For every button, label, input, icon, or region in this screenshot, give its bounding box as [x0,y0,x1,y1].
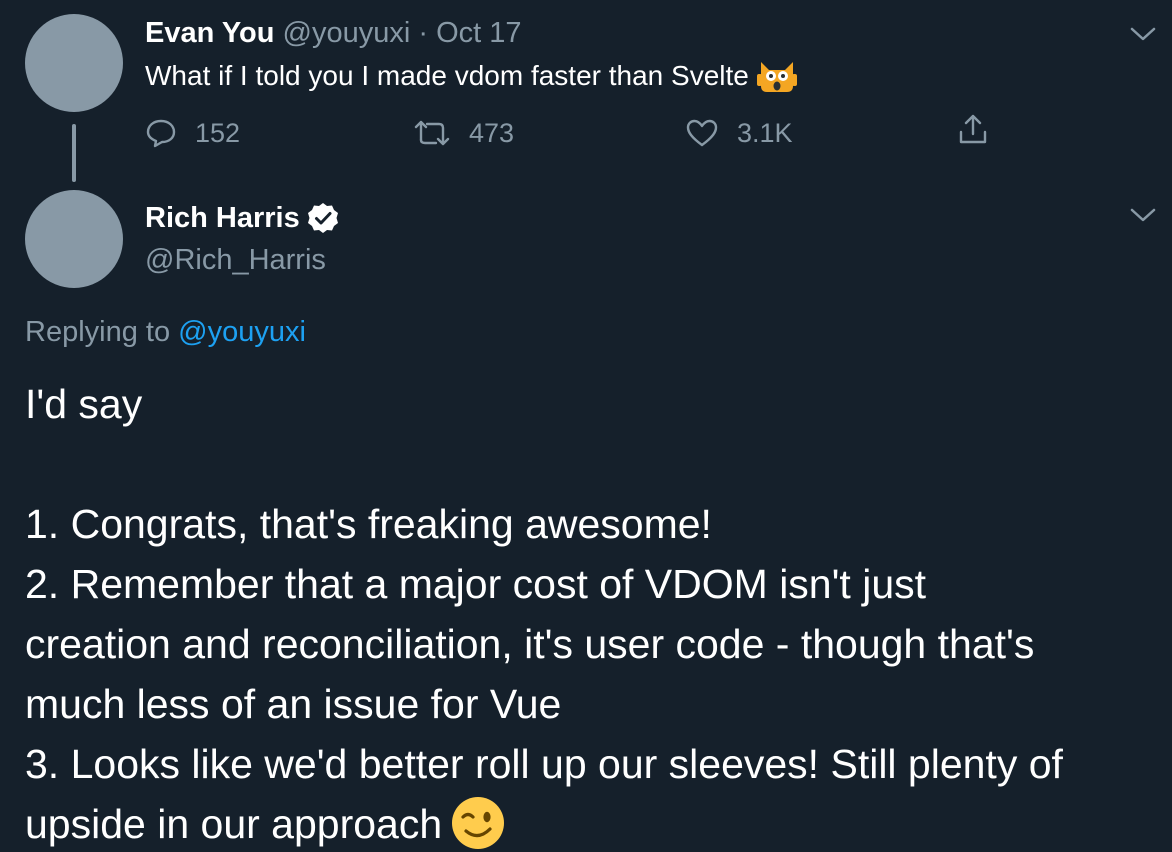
retweet-icon [414,120,450,146]
like-action[interactable]: 3.1K [685,112,793,154]
reply-author: Rich Harris [145,200,340,236]
parent-tweet-actions: 152 473 3.1K [145,112,1005,154]
reply-icon [146,119,176,148]
chevron-down-icon[interactable] [1130,207,1156,223]
thread-connector-line [72,124,76,182]
parent-tweet-body: What if I told you I made vdom faster th… [145,60,749,91]
reply-line-3: 2. Remember that a major cost of VDOM is… [25,561,927,607]
reply-line-7: upside in our approach [25,794,1165,852]
winking-face-emoji-icon [452,797,505,850]
author-handle[interactable]: @Rich_Harris [145,242,326,278]
like-count: 3.1K [737,118,793,148]
verified-badge-icon [307,203,338,233]
reply-line-5: much less of an issue for Vue [25,681,562,727]
chevron-down-icon[interactable] [1130,26,1156,42]
author-handle[interactable]: @youyuxi [283,17,411,49]
screaming-cat-emoji-icon [756,62,797,92]
replying-to: Replying to @youyuxi [25,314,306,350]
parent-tweet-text: What if I told you I made vdom faster th… [145,58,797,94]
avatar-rich-harris[interactable] [25,190,123,288]
reply-line-6: 3. Looks like we'd better roll up our sl… [25,741,1063,787]
tweet-date[interactable]: Oct 17 [436,17,521,49]
like-icon [686,119,718,147]
replying-to-label: Replying to [25,316,171,348]
reply-count: 152 [195,118,241,148]
avatar-evan-you[interactable] [25,14,123,112]
header-separator: · [418,17,429,49]
author-name[interactable]: Rich Harris [145,200,300,236]
replying-to-mention-link[interactable]: @youyuxi [178,316,306,348]
reply-line-7-text: upside in our approach [25,801,443,847]
reply-line-2: 1. Congrats, that's freaking awesome! [25,501,712,547]
reply-line-4: creation and reconciliation, it's user c… [25,621,1035,667]
tweet-thread: Evan You @youyuxi · Oct 17 What if I tol… [0,0,1172,852]
reply-action[interactable]: 152 [145,112,240,154]
retweet-action[interactable]: 473 [413,112,514,154]
author-name[interactable]: Evan You [145,17,274,49]
reply-line-1: I'd say [25,381,143,427]
parent-tweet-header: Evan You @youyuxi · Oct 17 [145,16,522,50]
retweet-count: 473 [469,118,515,148]
share-icon [959,114,987,144]
share-action[interactable] [957,112,989,146]
